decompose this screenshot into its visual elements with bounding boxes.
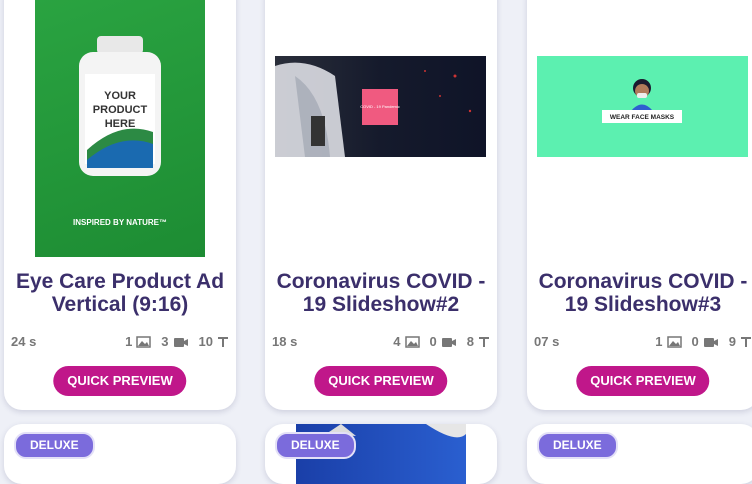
video-count: 0	[429, 334, 437, 349]
text-icon	[741, 336, 751, 347]
template-card[interactable]: COVID - 19 Pandemic Coronavirus COVID - …	[265, 0, 497, 410]
duration: 24 s	[11, 334, 37, 349]
deluxe-badge: DELUXE	[275, 432, 356, 459]
quick-preview-button[interactable]: QUICK PREVIEW	[576, 366, 710, 396]
card-title[interactable]: Eye Care Product Ad Vertical (9:16)	[4, 270, 236, 316]
thumb-line2: PRODUCT	[93, 104, 148, 116]
text-icon	[479, 336, 489, 347]
video-camera-icon	[441, 337, 456, 347]
thumb-line3: HERE	[105, 118, 136, 130]
template-card[interactable]: YOUR PRODUCT HERE INSPIRED BY NATURE™ Ey…	[4, 0, 236, 410]
card-title[interactable]: Coronavirus COVID - 19 Slideshow#2	[265, 270, 497, 316]
template-card[interactable]: WEAR FACE MASKS Coronavirus COVID - 19 S…	[527, 0, 752, 410]
card-meta: 24 s 1 3 10	[11, 334, 229, 352]
image-count: 4	[393, 334, 401, 349]
card-title[interactable]: Coronavirus COVID - 19 Slideshow#3	[527, 270, 752, 316]
card-meta: 18 s 4 0 8	[272, 334, 490, 352]
image-icon	[666, 335, 682, 348]
duration: 18 s	[272, 334, 298, 349]
thumbnail-covid-3[interactable]: WEAR FACE MASKS	[537, 56, 748, 157]
bottle-illustration: YOUR PRODUCT HERE INSPIRED BY NATURE™	[73, 36, 167, 227]
template-card[interactable]: DELUXE	[527, 424, 752, 484]
duration: 07 s	[534, 334, 560, 349]
image-icon	[136, 335, 152, 348]
text-count: 10	[198, 334, 213, 349]
deluxe-badge: DELUXE	[14, 432, 95, 459]
video-count: 0	[691, 334, 699, 349]
text-icon	[218, 336, 228, 347]
thumb-line1: YOUR	[104, 90, 136, 102]
card-stats: 1 0 9	[655, 334, 752, 349]
card-stats: 1 3 10	[125, 334, 229, 349]
image-icon	[404, 335, 420, 348]
thumbnail-eye-care[interactable]: YOUR PRODUCT HERE INSPIRED BY NATURE™	[35, 0, 205, 257]
template-card[interactable]: DELUXE	[4, 424, 236, 484]
video-count: 3	[161, 334, 169, 349]
quick-preview-button[interactable]: QUICK PREVIEW	[314, 366, 448, 396]
thumb-tagline: INSPIRED BY NATURE™	[73, 218, 167, 227]
quick-preview-button[interactable]: QUICK PREVIEW	[53, 366, 187, 396]
thumbnail-covid-2[interactable]: COVID - 19 Pandemic	[275, 56, 486, 157]
text-count: 8	[466, 334, 474, 349]
text-count: 9	[728, 334, 736, 349]
video-camera-icon	[173, 337, 188, 347]
card-meta: 07 s 1 0 9	[534, 334, 752, 352]
template-card[interactable]: DELUXE	[265, 424, 497, 484]
thumb-box-text: COVID - 19 Pandemic	[360, 104, 400, 109]
image-count: 1	[655, 334, 663, 349]
video-camera-icon	[703, 337, 718, 347]
card-stats: 4 0 8	[393, 334, 490, 349]
slideshow-scene: COVID - 19 Pandemic	[275, 62, 472, 157]
deluxe-badge: DELUXE	[537, 432, 618, 459]
thumb-banner-text: WEAR FACE MASKS	[610, 114, 675, 121]
mask-scene: WEAR FACE MASKS	[602, 79, 682, 123]
image-count: 1	[125, 334, 133, 349]
